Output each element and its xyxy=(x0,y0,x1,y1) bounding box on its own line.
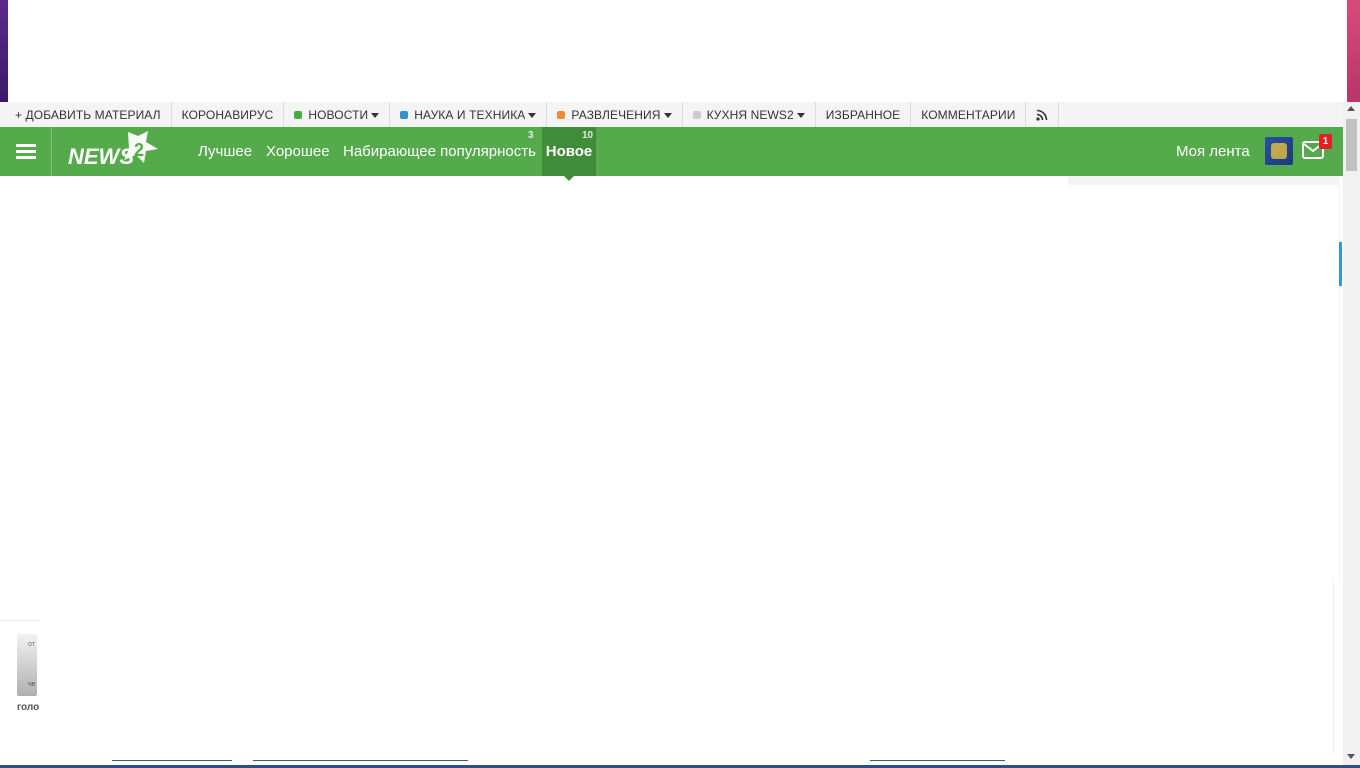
tab-new-label: Новое xyxy=(545,143,593,160)
menu-button[interactable] xyxy=(0,127,52,176)
comments-link[interactable]: КОММЕНТАРИИ xyxy=(911,102,1027,127)
tab-popular-label: Набирающее популярность xyxy=(343,143,536,160)
chevron-down-icon xyxy=(796,113,805,118)
rss-link[interactable] xyxy=(1026,102,1060,127)
left-edge-decoration xyxy=(0,0,8,102)
kitchen-color-dot xyxy=(692,110,701,119)
popular-count: 3 xyxy=(528,130,534,141)
news-menu[interactable]: НОВОСТИ xyxy=(284,102,391,127)
tab-new[interactable]: Новое 10 xyxy=(542,127,596,176)
active-tab-pointer xyxy=(564,176,574,181)
divider xyxy=(0,620,38,621)
thumbnail-text-top: от xyxy=(28,641,35,648)
news-label: НОВОСТИ xyxy=(308,107,369,122)
new-count: 10 xyxy=(582,130,594,141)
entertainment-label: РАЗВЛЕЧЕНИЯ xyxy=(571,107,661,122)
add-material-link[interactable]: + ДОБАВИТЬ МАТЕРИАЛ xyxy=(0,102,172,127)
post-title-fragment: голо xyxy=(17,702,40,713)
kitchen-label: КУХНЯ NEWS2 xyxy=(706,107,794,122)
avatar[interactable] xyxy=(1265,137,1293,165)
tab-popular[interactable]: Набирающее популярность 3 xyxy=(343,127,536,176)
right-column-header xyxy=(1068,176,1339,185)
coronavirus-link[interactable]: КОРОНАВИРУС xyxy=(172,102,285,127)
news-color-dot xyxy=(294,110,303,119)
add-material-label: + ДОБАВИТЬ МАТЕРИАЛ xyxy=(15,107,161,122)
favorites-label: ИЗБРАННОЕ xyxy=(825,107,901,122)
side-marker xyxy=(1339,242,1342,286)
rss-icon xyxy=(1036,109,1048,121)
logo-number: 2 xyxy=(134,140,144,160)
mail-badge: 1 xyxy=(1319,134,1332,149)
entertainment-menu[interactable]: РАЗВЛЕЧЕНИЯ xyxy=(547,102,683,127)
scroll-thumb[interactable] xyxy=(1346,119,1357,171)
chevron-down-icon xyxy=(528,113,537,118)
tab-best[interactable]: Лучшее xyxy=(198,127,252,176)
logo-text: NEWS xyxy=(68,144,134,169)
scroll-down-arrow-icon[interactable] xyxy=(1347,754,1355,759)
favorites-link[interactable]: ИЗБРАННОЕ xyxy=(816,102,912,127)
tab-good-label: Хорошее xyxy=(266,143,330,160)
coronavirus-label: КОРОНАВИРУС xyxy=(181,107,274,122)
site-logo[interactable]: NEWS 2 xyxy=(66,127,166,176)
entertainment-color-dot xyxy=(557,110,566,119)
my-feed-label: Моя лента xyxy=(1176,143,1250,160)
kitchen-menu[interactable]: КУХНЯ NEWS2 xyxy=(683,102,816,127)
bottom-link-underlines xyxy=(95,760,1015,762)
right-column xyxy=(1068,185,1340,578)
my-feed-link[interactable]: Моя лента xyxy=(1176,127,1250,176)
science-label: НАУКА И ТЕХНИКА xyxy=(414,107,526,122)
category-bar: + ДОБАВИТЬ МАТЕРИАЛ КОРОНАВИРУС НОВОСТИ … xyxy=(0,102,1347,128)
scroll-up-arrow-icon[interactable] xyxy=(1347,106,1355,111)
tab-good[interactable]: Хорошее xyxy=(266,127,330,176)
chevron-down-icon xyxy=(371,113,380,118)
chevron-down-icon xyxy=(663,113,672,118)
hamburger-icon xyxy=(15,141,36,162)
thumbnail-text-bottom: че xyxy=(28,681,36,688)
science-menu[interactable]: НАУКА И ТЕХНИКА xyxy=(390,102,548,127)
right-column-bottom xyxy=(1068,578,1334,753)
comments-label: КОММЕНТАРИИ xyxy=(921,107,1016,122)
science-color-dot xyxy=(400,110,409,119)
scrollbar[interactable] xyxy=(1343,102,1360,765)
tab-best-label: Лучшее xyxy=(198,143,253,160)
right-edge-decoration xyxy=(1347,0,1360,102)
main-header: NEWS 2 Лучшее Хорошее Набирающее популяр… xyxy=(0,127,1343,176)
